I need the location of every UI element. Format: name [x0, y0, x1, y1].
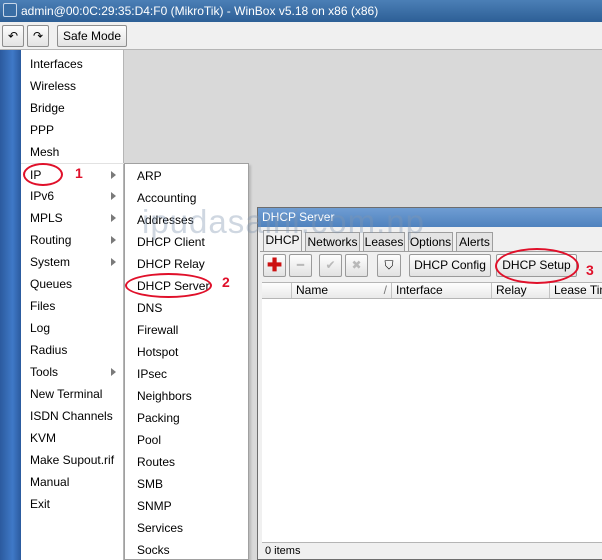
submenu-item-hotspot[interactable]: Hotspot	[128, 341, 245, 363]
menu-item-routing[interactable]: Routing	[21, 229, 124, 251]
menu-item-kvm[interactable]: KVM	[21, 427, 124, 449]
menu-item-bridge[interactable]: Bridge	[21, 97, 124, 119]
submenu-arrow-icon	[111, 192, 116, 200]
submenu-arrow-icon	[111, 171, 116, 179]
filter-funnel-icon: ⛉	[384, 258, 394, 272]
submenu-item-addresses[interactable]: Addresses	[128, 209, 245, 231]
tab-networks[interactable]: Networks	[305, 232, 360, 251]
submenu-item-services[interactable]: Services	[128, 517, 245, 539]
minus-icon: ━	[296, 258, 305, 272]
undo-icon: ↶	[7, 29, 19, 43]
menu-item-manual[interactable]: Manual	[21, 471, 124, 493]
add-button[interactable]: ✚	[263, 254, 286, 277]
annotation-ring-dhcp-setup	[495, 248, 579, 284]
submenu-item-packing[interactable]: Packing	[128, 407, 245, 429]
menu-item-ppp[interactable]: PPP	[21, 119, 124, 141]
submenu-item-arp[interactable]: ARP	[128, 165, 245, 187]
annotation-ring-ip	[23, 163, 63, 186]
window-title: admin@00:0C:29:35:D4:F0 (MikroTik) - Win…	[21, 4, 379, 18]
submenu-arrow-icon	[111, 214, 116, 222]
submenu-item-ipsec[interactable]: IPsec	[128, 363, 245, 385]
menu-item-log[interactable]: Log	[21, 317, 124, 339]
submenu-item-snmp[interactable]: SNMP	[128, 495, 245, 517]
redo-button[interactable]: ↷	[27, 25, 49, 47]
title-bar: admin@00:0C:29:35:D4:F0 (MikroTik) - Win…	[0, 0, 602, 22]
menu-item-ipv6[interactable]: IPv6	[21, 185, 124, 207]
submenu-arrow-icon	[111, 368, 116, 376]
column-header-flags[interactable]	[262, 283, 291, 298]
plus-icon: ✚	[266, 255, 283, 275]
submenu-item-firewall[interactable]: Firewall	[128, 319, 245, 341]
submenu-arrow-icon	[111, 236, 116, 244]
redo-icon: ↷	[32, 29, 44, 43]
submenu-item-dns[interactable]: DNS	[128, 297, 245, 319]
submenu-item-socks[interactable]: Socks	[128, 539, 245, 560]
check-icon: ✔	[325, 258, 336, 272]
annotation-step-3: 3	[586, 262, 594, 278]
submenu-item-pool[interactable]: Pool	[128, 429, 245, 451]
menu-item-make-supout[interactable]: Make Supout.rif	[21, 449, 124, 471]
menu-item-radius[interactable]: Radius	[21, 339, 124, 361]
filter-button[interactable]: ⛉	[377, 254, 401, 277]
dhcp-server-table-body[interactable]	[262, 299, 602, 542]
menu-item-system[interactable]: System	[21, 251, 124, 273]
left-vertical-strip	[0, 50, 21, 560]
dhcp-window-title: DHCP Server	[258, 208, 602, 227]
ip-submenu: ARP Accounting Addresses DHCP Client DHC…	[124, 163, 249, 560]
table-header: Name / Interface Relay Lease Tim	[262, 282, 602, 299]
submenu-item-accounting[interactable]: Accounting	[128, 187, 245, 209]
enable-button[interactable]: ✔	[319, 254, 342, 277]
submenu-item-dhcp-client[interactable]: DHCP Client	[128, 231, 245, 253]
submenu-item-dhcp-relay[interactable]: DHCP Relay	[128, 253, 245, 275]
menu-item-mesh[interactable]: Mesh	[21, 141, 124, 163]
menu-item-isdn-channels[interactable]: ISDN Channels	[21, 405, 124, 427]
remove-button[interactable]: ━	[289, 254, 312, 277]
annotation-step-1: 1	[75, 165, 83, 181]
disable-button[interactable]: ✖	[345, 254, 368, 277]
column-header-interface[interactable]: Interface	[391, 283, 491, 298]
dhcp-config-button[interactable]: DHCP Config	[409, 254, 491, 277]
submenu-item-routes[interactable]: Routes	[128, 451, 245, 473]
column-resize-icon: /	[383, 283, 387, 297]
menu-item-tools[interactable]: Tools	[21, 361, 124, 383]
annotation-step-2: 2	[222, 274, 230, 290]
menu-item-new-terminal[interactable]: New Terminal	[21, 383, 124, 405]
tab-options[interactable]: Options	[408, 232, 453, 251]
submenu-arrow-icon	[111, 258, 116, 266]
toolbar: ↶ ↷ Safe Mode	[0, 22, 602, 50]
menu-item-files[interactable]: Files	[21, 295, 124, 317]
cross-icon: ✖	[351, 258, 362, 272]
menu-item-exit[interactable]: Exit	[21, 493, 124, 515]
column-header-lease-time[interactable]: Lease Tim	[549, 283, 602, 298]
column-header-name[interactable]: Name /	[291, 283, 391, 298]
safe-mode-button[interactable]: Safe Mode	[57, 25, 127, 47]
menu-item-interfaces[interactable]: Interfaces	[21, 53, 124, 75]
menu-item-queues[interactable]: Queues	[21, 273, 124, 295]
column-header-relay[interactable]: Relay	[491, 283, 549, 298]
submenu-item-neighbors[interactable]: Neighbors	[128, 385, 245, 407]
menu-item-wireless[interactable]: Wireless	[21, 75, 124, 97]
tab-alerts[interactable]: Alerts	[456, 232, 493, 251]
submenu-item-smb[interactable]: SMB	[128, 473, 245, 495]
winbox-app-icon	[3, 3, 17, 17]
annotation-ring-dhcp-server	[125, 273, 212, 298]
main-menu: Interfaces Wireless Bridge PPP Mesh IP I…	[21, 50, 124, 560]
menu-item-mpls[interactable]: MPLS	[21, 207, 124, 229]
undo-button[interactable]: ↶	[2, 25, 24, 47]
status-bar-item-count: 0 items	[262, 542, 602, 559]
tab-leases[interactable]: Leases	[363, 232, 405, 251]
tab-dhcp[interactable]: DHCP	[263, 230, 302, 252]
